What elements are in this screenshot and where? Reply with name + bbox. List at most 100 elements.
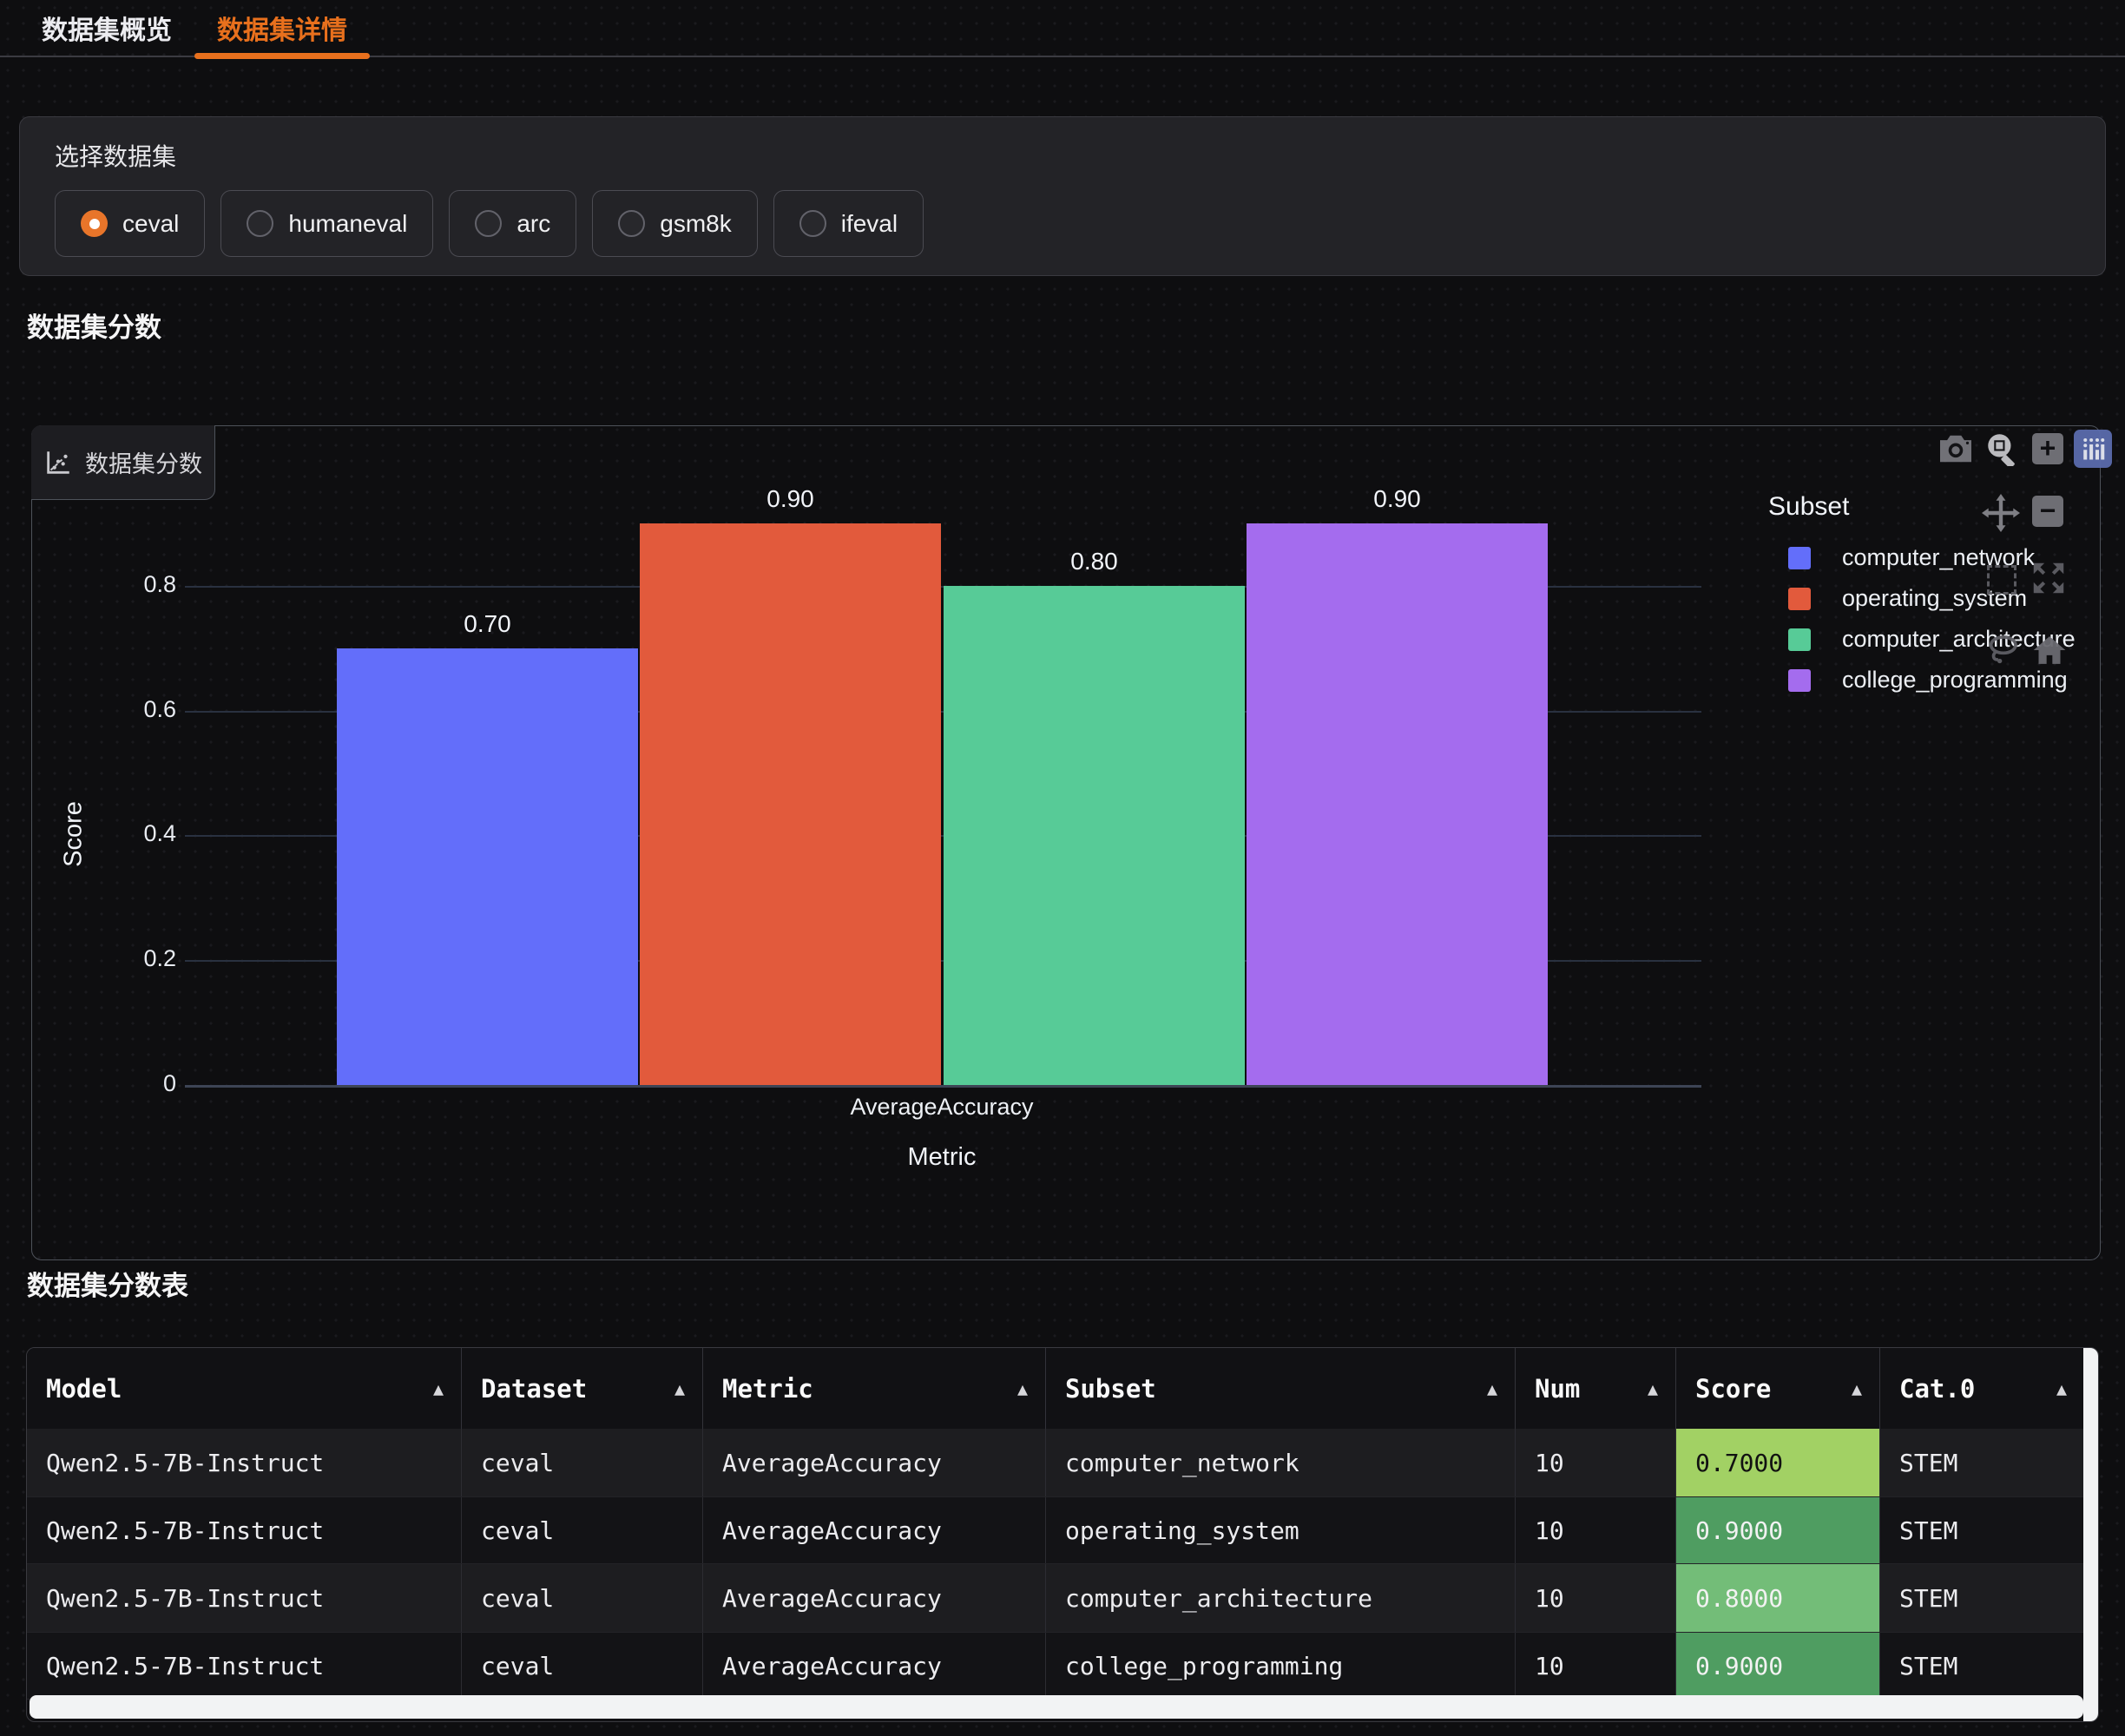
radio-label: ceval (122, 210, 179, 238)
bar-college_programming (1247, 523, 1548, 1085)
table-horizontal-scrollbar[interactable] (30, 1695, 2083, 1719)
column-header-model[interactable]: Model ▲ (27, 1348, 462, 1429)
radio-label: gsm8k (660, 210, 731, 238)
box-select-icon[interactable] (1987, 565, 2016, 595)
cell-metric: AverageAccuracy (703, 1633, 1046, 1699)
sort-arrow-icon[interactable]: ▲ (2056, 1378, 2067, 1399)
table-row: Qwen2.5-7B-InstructcevalAverageAccuracyc… (27, 1632, 2098, 1700)
legend-title: Subset (1768, 492, 2076, 522)
y-axis-tick-label: 0.8 (63, 571, 176, 598)
scores-table-panel: Model▲Dataset▲Metric▲Subset▲Num▲Score▲Ca… (26, 1347, 2099, 1722)
y-axis-tick-label: 0.2 (63, 945, 176, 972)
sort-arrow-icon[interactable]: ▲ (1017, 1378, 1028, 1399)
column-header-metric[interactable]: Metric▲ (703, 1348, 1046, 1429)
cell-dataset: ceval (462, 1429, 703, 1496)
y-axis-tick-label: 0.4 (63, 820, 176, 847)
table-row: Qwen2.5-7B-InstructcevalAverageAccuracyc… (27, 1429, 2098, 1496)
x-axis-title: Metric (768, 1143, 1115, 1172)
sort-arrow-icon[interactable]: ▲ (1487, 1378, 1497, 1399)
y-axis-tick-label: 0 (63, 1070, 176, 1097)
cell-subset: operating_system (1046, 1497, 1516, 1563)
bar-value-label: 0.80 (944, 548, 1245, 575)
dataset-radio-ceval[interactable]: ceval (55, 190, 205, 257)
cell-cat0: STEM (1880, 1633, 2085, 1699)
radio-circle-icon (247, 210, 273, 237)
app: 数据集概览数据集详情 选择数据集 cevalhumanevalarcgsm8ki… (0, 0, 2125, 1736)
chart-panel-label: 数据集分数 (31, 425, 215, 500)
column-header-label: Score (1695, 1374, 1771, 1404)
camera-icon[interactable] (1937, 433, 1975, 469)
cell-num: 10 (1516, 1564, 1676, 1632)
legend-swatch-icon (1788, 547, 1811, 569)
table-row: Qwen2.5-7B-InstructcevalAverageAccuracyo… (27, 1496, 2098, 1564)
lasso-select-icon[interactable] (1985, 633, 2020, 672)
pan-icon[interactable] (1982, 494, 2020, 536)
dataset-radio-group: ceval humaneval arc gsm8k ifeval (55, 190, 924, 257)
sort-arrow-icon[interactable]: ▲ (674, 1378, 685, 1399)
bar-value-label: 0.90 (640, 485, 941, 513)
cell-cat0: STEM (1880, 1429, 2085, 1496)
cell-num: 10 (1516, 1633, 1676, 1699)
tab-dataset-overview[interactable]: 数据集概览 (19, 0, 194, 56)
sort-arrow-icon[interactable]: ▲ (1852, 1378, 1862, 1399)
autoscale-icon[interactable] (2029, 558, 2069, 602)
bar-value-label: 0.70 (337, 610, 638, 638)
bar-computer_architecture (944, 586, 1245, 1085)
cell-score: 0.7000 (1676, 1429, 1880, 1496)
cell-model: Qwen2.5-7B-Instruct (27, 1497, 462, 1563)
cell-num: 10 (1516, 1497, 1676, 1563)
radio-label: humaneval (288, 210, 407, 238)
dataset-radio-humaneval[interactable]: humaneval (220, 190, 433, 257)
table-header-row: Model▲Dataset▲Metric▲Subset▲Num▲Score▲Ca… (27, 1348, 2098, 1429)
cell-cat0: STEM (1880, 1564, 2085, 1632)
zoom-in-icon[interactable]: + (2032, 433, 2063, 464)
cell-dataset: ceval (462, 1497, 703, 1563)
table-vertical-scrollbar[interactable] (2083, 1348, 2098, 1721)
bar-computer_network (337, 648, 638, 1085)
bar-value-label: 0.90 (1247, 485, 1548, 513)
tab-dataset-details[interactable]: 数据集详情 (194, 0, 370, 56)
radio-circle-icon (475, 210, 502, 237)
dataset-radio-ifeval[interactable]: ifeval (773, 190, 924, 257)
dataset-selector-panel: 选择数据集 cevalhumanevalarcgsm8kifeval (19, 116, 2106, 276)
column-header-num[interactable]: Num ▲ (1516, 1348, 1676, 1429)
chart-panel: 数据集分数 Score AverageAccuracy Metric 00.20… (31, 425, 2101, 1260)
cell-cat0: STEM (1880, 1497, 2085, 1563)
table-section-heading: 数据集分数表 (27, 1264, 188, 1303)
cell-subset: college_programming (1046, 1633, 1516, 1699)
cell-model: Qwen2.5-7B-Instruct (27, 1429, 462, 1496)
cell-subset: computer_network (1046, 1429, 1516, 1496)
cell-score: 0.9000 (1676, 1633, 1880, 1699)
cell-num: 10 (1516, 1429, 1676, 1496)
x-axis-tick-label: AverageAccuracy (768, 1094, 1115, 1121)
plotly-logo-icon[interactable] (2074, 430, 2112, 468)
zoom-icon[interactable] (1984, 430, 2020, 470)
table-row: Qwen2.5-7B-InstructcevalAverageAccuracyc… (27, 1564, 2098, 1632)
radio-circle-icon (81, 210, 108, 237)
radio-circle-icon (799, 210, 826, 237)
chart-panel-label-text: 数据集分数 (85, 445, 202, 479)
cell-model: Qwen2.5-7B-Instruct (27, 1633, 462, 1699)
dataset-radio-arc[interactable]: arc (449, 190, 576, 257)
legend-entry-computer_architecture[interactable]: computer_architecture (1765, 619, 2076, 660)
cell-dataset: ceval (462, 1564, 703, 1632)
column-header-dataset[interactable]: Dataset▲ (462, 1348, 703, 1429)
column-header-score[interactable]: Score ▲ (1676, 1348, 1880, 1429)
zoom-out-icon[interactable]: − (2032, 496, 2063, 527)
sort-arrow-icon[interactable]: ▲ (433, 1378, 444, 1399)
column-header-cat-0[interactable]: Cat.0 ▲ (1880, 1348, 2085, 1429)
legend-entry-college_programming[interactable]: college_programming (1765, 660, 2076, 700)
column-header-label: Cat.0 (1899, 1374, 1975, 1404)
dataset-radio-gsm8k[interactable]: gsm8k (592, 190, 757, 257)
home-icon[interactable] (2032, 633, 2067, 672)
chart-section-heading: 数据集分数 (27, 306, 161, 345)
cell-model: Qwen2.5-7B-Instruct (27, 1564, 462, 1632)
column-header-label: Model (46, 1374, 122, 1404)
legend-swatch-icon (1788, 628, 1811, 651)
column-header-label: Num (1535, 1374, 1580, 1404)
sort-arrow-icon[interactable]: ▲ (1648, 1378, 1658, 1399)
cell-metric: AverageAccuracy (703, 1429, 1046, 1496)
column-header-subset[interactable]: Subset▲ (1046, 1348, 1516, 1429)
zero-line (185, 1085, 1701, 1088)
radio-circle-icon (618, 210, 645, 237)
